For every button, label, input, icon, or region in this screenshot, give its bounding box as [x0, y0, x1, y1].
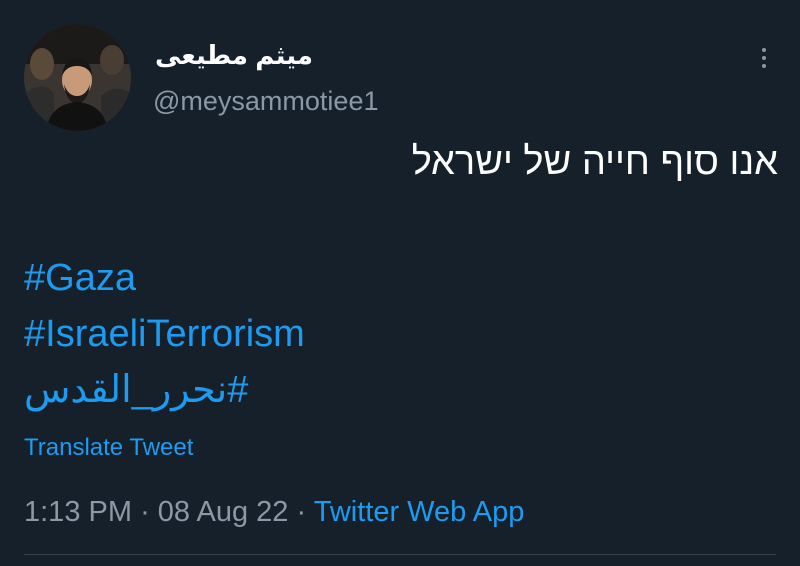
avatar-photo [24, 24, 131, 131]
tweet-meta: 1:13 PM · 08 Aug 22 · Twitter Web App [24, 496, 524, 529]
tweet-date[interactable]: 08 Aug 22 [158, 496, 289, 528]
hashtag-israeli-terrorism[interactable]: #IsraeliTerrorism [24, 311, 305, 367]
tweet-time[interactable]: 1:13 PM [24, 496, 132, 528]
tweet-card: میثم مطیعی @meysammotiee1 אנו סוף חייה ש… [0, 0, 800, 566]
avatar[interactable] [24, 24, 131, 131]
hashtag-liberate-quds[interactable]: #نحرر_القدس [24, 367, 305, 423]
author-display-name[interactable]: میثم مطیعی [155, 40, 313, 71]
author-handle[interactable]: @meysammotiee1 [153, 86, 378, 117]
vertical-ellipsis-icon [752, 48, 776, 68]
tweet-source-link[interactable]: Twitter Web App [314, 496, 525, 528]
tweet-text: אנו סוף חייה של ישראל [411, 141, 778, 183]
meta-separator: · [296, 496, 307, 528]
divider [24, 554, 776, 555]
hashtag-gaza[interactable]: #Gaza [24, 255, 305, 311]
translate-tweet-link[interactable]: Translate Tweet [24, 434, 193, 462]
meta-separator: · [140, 496, 150, 528]
more-options-button[interactable] [752, 44, 776, 74]
hashtag-list: #Gaza #IsraeliTerrorism #نحرر_القدس [24, 255, 305, 423]
